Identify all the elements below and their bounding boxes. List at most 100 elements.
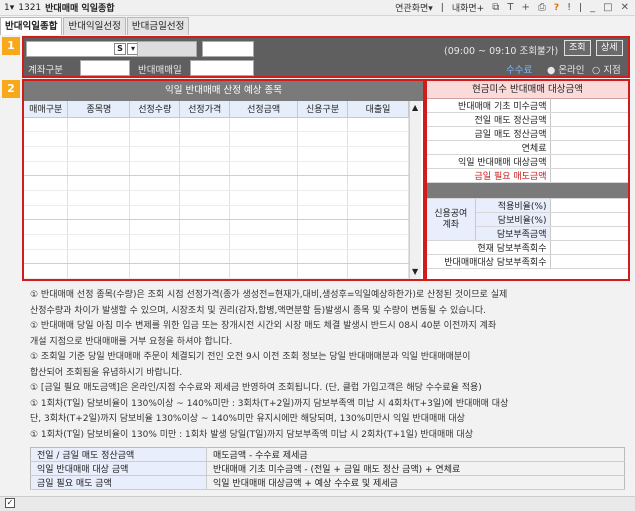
table-row[interactable]: [24, 219, 409, 235]
linked-screens-menu[interactable]: 연관화면▾: [395, 1, 433, 14]
window-titlebar: 1▾ 1321 반대매매 익일종합 연관화면▾ | 내화면+ ⧉ T + ⎙ ?…: [0, 0, 635, 16]
label-collateral-ratio: 담보비율(%): [475, 212, 551, 227]
screen-menu-button[interactable]: 1▾: [4, 3, 14, 13]
account-number-input[interactable]: S ▾: [26, 41, 154, 57]
col-stock-name[interactable]: 종목명: [67, 101, 131, 118]
label-required-sell: 금일 필요 매도금액: [427, 168, 551, 183]
print-icon[interactable]: ⎙: [538, 2, 546, 13]
notice-item: ① 반대매매 당일 아침 미수 변제를 위한 입금 또는 장개시전 시간외 시장…: [30, 321, 497, 331]
font-icon[interactable]: T: [507, 2, 513, 13]
value-base-unpaid: [550, 99, 628, 113]
tab-combined[interactable]: 반대익일종합: [0, 17, 63, 35]
tab-same-day-selection[interactable]: 반대금일선정: [126, 17, 190, 35]
value-target-shortfall-count: [550, 254, 628, 269]
label-today-sell-settle: 금일 매도 정산금액: [427, 126, 551, 141]
notice-item: 합산되어 조회됨을 유념하시기 바랍니다.: [30, 367, 183, 378]
label-prev-sell-settle: 전일 매도 정산금액: [427, 112, 551, 127]
formula-value: 매도금액 - 수수료 제세금: [206, 447, 625, 462]
account-combo-s[interactable]: S: [114, 43, 126, 55]
tab-next-day-selection[interactable]: 반대익일선정: [63, 17, 126, 35]
formula-value: 익일 반대매매 대상금액 + 예상 수수료 및 제세금: [206, 475, 625, 490]
notice-item: 단, 3회차(T+2일)까지 담보비율 130%이상 ~ 140%미만 유지시에…: [30, 414, 465, 424]
col-loan-date[interactable]: 대출일: [347, 101, 409, 118]
link-icon[interactable]: ⧉: [492, 2, 499, 13]
col-selected-qty[interactable]: 선정수량: [129, 101, 181, 118]
notice-item: 산정수량과 차이가 발생할 수 있으며, 시장조치 및 권리(감자,합병,액면분…: [30, 305, 486, 316]
expected-stock-grid: 익일 반대매매 산정 예상 종목 매매구분 종목명 선정수량 선정가격 선정금액…: [22, 79, 425, 281]
value-required-sell: [550, 168, 628, 183]
value-prev-sell-settle: [550, 112, 628, 127]
value-applied-ratio: [550, 198, 628, 213]
status-bar: [0, 496, 635, 511]
table-row[interactable]: [24, 234, 409, 250]
password-input[interactable]: [202, 41, 254, 57]
scroll-up-icon[interactable]: ▲: [412, 103, 418, 112]
notice-item: ① 반대매매 선정 종목(수량)은 조회 시점 선정가격(종가 생성전=현재가,…: [30, 290, 508, 300]
col-selected-price[interactable]: 선정가격: [179, 101, 231, 118]
tab-bar: 반대익일종합 반대익일선정 반대금일선정: [0, 17, 190, 35]
value-next-day-target: [550, 154, 628, 169]
notice-item: 개설 지점으로 반대매매를 거부 요청을 하셔야 합니다.: [30, 336, 233, 347]
col-selected-amount[interactable]: 선정금액: [229, 101, 299, 118]
online-label: 온라인: [558, 65, 585, 76]
label-next-day-target: 익일 반대매매 대상금액: [427, 154, 551, 169]
label-late-fee: 연체료: [427, 140, 551, 155]
help-icon[interactable]: ?: [554, 3, 559, 13]
online-radio[interactable]: ● 온라인: [547, 62, 585, 76]
cash-shortfall-title: 현금미수 반대매매 대상금액: [427, 81, 628, 99]
branch-label: 지점: [603, 65, 621, 76]
info-icon[interactable]: !: [567, 2, 571, 13]
label-collateral-shortfall: 담보부족금액: [475, 226, 551, 241]
value-late-fee: [550, 140, 628, 155]
section-badge-2: 2: [2, 80, 20, 98]
account-type-select[interactable]: [80, 60, 130, 76]
notice-item: ① [금일 필요 매도금액]은 온라인/지점 수수료와 제세금 반영하여 조회됩…: [30, 383, 482, 393]
grid-title: 익일 반대매매 산정 예상 종목: [24, 81, 423, 101]
value-collateral-ratio: [550, 212, 628, 227]
minimize-icon[interactable]: _: [590, 2, 595, 13]
notice-item: ① 조회일 기준 당일 반대매매 주문이 체결되기 전인 오전 9시 이전 조회…: [30, 352, 471, 362]
table-row[interactable]: [24, 131, 409, 147]
cash-shortfall-panel: 현금미수 반대매매 대상금액 반대매매 기초 미수금액 전일 매도 정산금액 금…: [425, 79, 630, 281]
value-current-shortfall-count: [550, 240, 628, 255]
notice-item: ① 1회차(T일) 담보비율이 130%이상 ~ 140%미만 : 3회차(T+…: [30, 398, 509, 409]
table-row[interactable]: [24, 249, 409, 265]
maximize-icon[interactable]: □: [603, 2, 612, 13]
section-badge-1: 1: [2, 37, 20, 55]
query-button[interactable]: 조회: [564, 40, 591, 56]
table-row[interactable]: [24, 190, 409, 206]
col-trade-type[interactable]: 매매구분: [24, 101, 69, 118]
label-applied-ratio: 적용비율(%): [475, 198, 551, 213]
table-row[interactable]: [24, 263, 409, 279]
counter-trade-date-label: 반대매매일: [138, 65, 182, 76]
detail-button[interactable]: 상세: [596, 40, 623, 56]
scroll-down-icon[interactable]: ▼: [412, 267, 418, 276]
counter-trade-date-input[interactable]: [190, 60, 254, 76]
section-divider: [427, 182, 628, 199]
plus-icon[interactable]: +: [521, 2, 529, 13]
value-collateral-shortfall: [550, 226, 628, 241]
table-row[interactable]: [24, 146, 409, 162]
branch-radio[interactable]: ○ 지점: [592, 62, 621, 76]
close-icon[interactable]: ✕: [621, 2, 629, 13]
cash-shortfall-table: 반대매매 기초 미수금액 전일 매도 정산금액 금일 매도 정산금액 연체료 익…: [427, 99, 628, 269]
col-credit-type[interactable]: 신용구분: [297, 101, 349, 118]
my-screen-add-button[interactable]: 내화면+: [452, 1, 484, 14]
table-row[interactable]: [24, 117, 409, 133]
table-row[interactable]: [24, 161, 409, 177]
formula-key: 익일 반대매매 대상 금액: [30, 461, 207, 476]
label-target-shortfall-count: 반대매매대상 담보부족회수: [427, 254, 551, 269]
notice-item: ① 1회차(T일) 담보비율이 130% 미만 : 1회차 발생 당일(T일)까…: [30, 429, 473, 440]
formula-key: 전일 / 금일 매도 정산금액: [30, 447, 207, 462]
query-panel: S ▾ (09:00 ~ 09:10 조회불가) 조회 상세 계좌구분 반대매매…: [22, 36, 630, 78]
table-row[interactable]: [24, 205, 409, 221]
value-today-sell-settle: [550, 126, 628, 141]
window-title: 반대매매 익일종합: [45, 4, 115, 14]
status-checkbox[interactable]: ✓: [5, 498, 15, 508]
notice-list: ① 반대매매 선정 종목(수량)은 조회 시점 선정가격(종가 생성전=현재가,…: [30, 288, 628, 443]
expected-stock-table: 매매구분 종목명 선정수량 선정가격 선정금액 신용구분 대출일: [24, 101, 409, 279]
formula-table: 전일 / 금일 매도 정산금액 매도금액 - 수수료 제세금 익일 반대매매 대상…: [30, 447, 625, 490]
grid-scrollbar[interactable]: ▲ ▼: [409, 101, 421, 279]
account-name-field: [137, 41, 197, 57]
table-row[interactable]: [24, 175, 409, 191]
